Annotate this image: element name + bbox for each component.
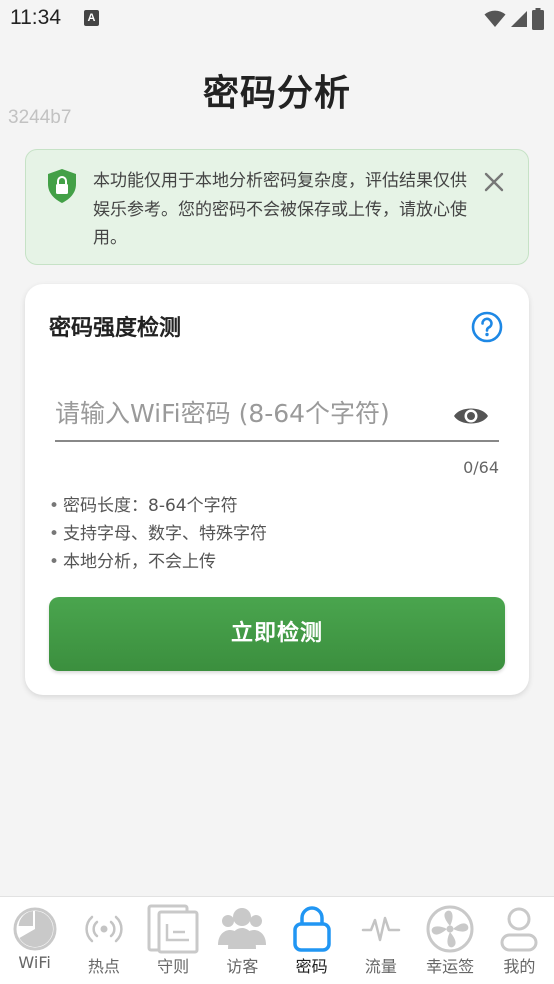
help-icon[interactable] xyxy=(471,311,503,343)
notice-text: 本功能仅用于本地分析密码复杂度，评估结果仅供娱乐参考。您的密码不会被保存或上传，… xyxy=(93,171,467,248)
nav-label: 热点 xyxy=(87,957,120,976)
hint-item: 支持字母、数字、特殊字符 xyxy=(49,520,267,548)
eye-icon[interactable] xyxy=(453,403,489,429)
password-input[interactable] xyxy=(55,390,455,436)
status-icons xyxy=(484,8,544,30)
document-icon xyxy=(147,904,199,954)
fan-icon xyxy=(424,905,476,953)
status-bar: 11:34 A xyxy=(0,0,554,40)
nav-item-traffic[interactable]: 流量 xyxy=(346,897,415,984)
close-icon[interactable] xyxy=(484,172,504,192)
battery-icon xyxy=(532,8,544,30)
users-icon xyxy=(216,905,268,953)
privacy-notice: 本功能仅用于本地分析密码复杂度，评估结果仅供娱乐参考。您的密码不会被保存或上传，… xyxy=(25,149,529,265)
bottom-nav: WiFi 热点 守则 访客 密码 流量 幸运签 我的 xyxy=(0,896,554,984)
nav-item-password[interactable]: 密码 xyxy=(277,897,346,984)
check-now-button[interactable]: 立即检测 xyxy=(49,597,505,671)
nav-item-profile[interactable]: 我的 xyxy=(485,897,554,984)
hint-item: 本地分析，不会上传 xyxy=(49,548,267,576)
char-counter: 0/64 xyxy=(463,458,499,477)
nav-label: 我的 xyxy=(503,957,536,976)
nav-label: 幸运签 xyxy=(426,957,475,976)
cell-signal-icon xyxy=(511,11,527,27)
user-icon xyxy=(493,905,545,953)
nav-label: 密码 xyxy=(295,957,328,976)
input-underline xyxy=(55,440,499,442)
build-id: 3244b7 xyxy=(8,107,72,128)
nav-item-visitors[interactable]: 访客 xyxy=(208,897,277,984)
page-title: 密码分析 xyxy=(202,73,351,114)
hint-list: 密码长度：8-64个字符 支持字母、数字、特殊字符 本地分析，不会上传 xyxy=(49,492,267,576)
password-strength-card: 密码强度检测 0/64 密码长度：8-64个字符 支持字母、数字、特殊字符 本地… xyxy=(25,284,529,695)
nav-label: 访客 xyxy=(226,957,259,976)
nav-item-fortune[interactable]: 幸运签 xyxy=(416,897,485,984)
card-title: 密码强度检测 xyxy=(49,316,182,341)
hotspot-icon xyxy=(78,905,130,953)
notification-icon: A xyxy=(84,10,99,26)
lock-icon xyxy=(286,905,338,953)
shield-lock-icon xyxy=(48,169,76,203)
nav-label: 流量 xyxy=(364,957,397,976)
waveform-icon xyxy=(355,905,407,953)
nav-item-hotspot[interactable]: 热点 xyxy=(69,897,138,984)
pie-chart-icon xyxy=(9,905,61,953)
nav-item-wifi[interactable]: WiFi xyxy=(0,897,69,984)
hint-item: 密码长度：8-64个字符 xyxy=(49,492,267,520)
status-time: 11:34 xyxy=(10,6,61,29)
nav-label: WiFi xyxy=(18,953,51,972)
nav-item-rules[interactable]: 守则 xyxy=(139,897,208,984)
wifi-signal-icon xyxy=(484,10,506,27)
nav-label: 守则 xyxy=(157,957,190,976)
password-analysis-screen: 11:34 A 密码分析 3244b7 本功能仅用于本地分析密码复杂度，评估结果… xyxy=(0,0,554,984)
